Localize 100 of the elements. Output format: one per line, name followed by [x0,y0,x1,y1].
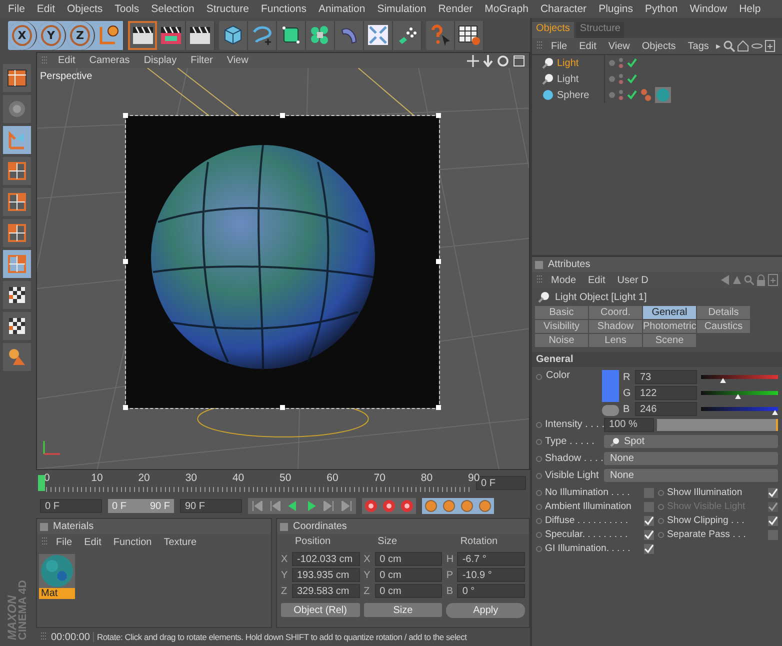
menu-item[interactable]: Python [639,3,684,15]
panel-tab[interactable]: Structure [576,22,624,38]
lock-icon[interactable] [756,274,766,286]
attribute-tab[interactable]: Caustics [697,320,750,333]
menu-item[interactable]: Tools [108,3,146,15]
start-frame-field[interactable]: 0 F [40,499,102,513]
key-filter-button[interactable] [422,498,440,514]
menu-item[interactable]: View [603,40,635,52]
menu-item[interactable]: Animation [312,3,372,15]
color-swatch[interactable] [602,370,619,402]
dropdown[interactable]: Spot [604,435,778,448]
axis-lock-button[interactable]: Z [66,20,95,50]
menu-item[interactable]: Selection [145,3,200,15]
menu-item[interactable]: Objects [636,40,681,52]
coordinate-field[interactable]: 0 cm [374,552,442,566]
visibility-dots-icon[interactable] [618,73,624,85]
checkbox[interactable] [644,516,654,526]
coordinate-field[interactable]: -102.033 cm [292,552,360,566]
axis-lock-button[interactable]: X [8,20,37,50]
menu-item[interactable]: File [2,3,31,15]
attribute-tab[interactable]: Scene [643,334,696,347]
more-menu-arrow[interactable]: ▸ [716,41,721,51]
menu-item[interactable]: Edit [79,536,106,548]
key-filter-button[interactable] [440,498,458,514]
tool-button[interactable] [3,219,31,247]
coordinate-field[interactable]: 0 cm [374,568,442,582]
down-arrow-icon[interactable] [483,54,493,66]
tool-button[interactable] [3,64,31,92]
checkbox[interactable] [644,544,654,554]
visibility-dots-icon[interactable] [618,57,624,69]
attribute-tab[interactable]: Basic [535,306,588,319]
menu-item[interactable]: Edit [574,40,602,52]
menu-item[interactable]: User D [612,274,654,286]
end-frame-field[interactable]: 90 F [180,499,242,513]
attribute-tab[interactable]: General [643,306,696,319]
intensity-field[interactable]: 100 % [604,418,654,432]
panel-tab[interactable]: Objects [532,22,574,38]
layer-dot-icon[interactable] [609,60,615,66]
menu-item[interactable]: Function [108,536,157,548]
resize-handle[interactable] [280,405,284,410]
resize-handle[interactable] [436,259,441,264]
tag-spheres-icon[interactable] [640,88,652,102]
menu-item[interactable]: File [51,536,78,548]
resize-handle[interactable] [123,113,128,118]
channel-value-field[interactable]: 73 [635,370,697,384]
channel-value-field[interactable]: 246 [635,402,697,416]
menu-item[interactable]: Edit [30,3,62,15]
attribute-tab[interactable]: Noise [535,334,588,347]
record-button[interactable] [398,498,416,514]
tool-button[interactable] [3,188,31,216]
size-mode-dropdown[interactable]: Size [364,603,442,617]
menu-item[interactable]: Mode [546,274,582,286]
attribute-tab[interactable]: Details [697,306,750,319]
up-arrow-icon[interactable] [732,275,742,285]
menu-item[interactable]: Cameras [84,55,135,66]
home-icon[interactable] [736,40,749,52]
attribute-tab[interactable]: Shadow [589,320,642,333]
key-filter-button[interactable] [458,498,476,514]
menu-item[interactable]: Window [684,3,734,15]
checkbox[interactable] [768,516,778,526]
attribute-tab[interactable]: Visibility [535,320,588,333]
menu-item[interactable]: Plugins [592,3,640,15]
coordinate-field[interactable]: 0 ° [457,584,525,598]
record-button[interactable] [380,498,398,514]
object-name[interactable]: Sphere [557,90,590,100]
intensity-slider-fill[interactable] [657,418,778,430]
menu-item[interactable]: Character [534,3,593,15]
search-icon[interactable] [722,40,735,52]
resize-handle[interactable] [123,259,128,264]
channel-value-field[interactable]: 122 [635,386,697,400]
menu-item[interactable]: Edit [53,55,80,66]
viewport[interactable]: Perspective [37,68,529,469]
resize-handle[interactable] [280,113,284,118]
checkbox[interactable] [768,530,778,540]
attribute-tab[interactable]: Lens [589,334,642,347]
coordinate-mode-dropdown[interactable]: Object (Rel) [281,603,360,617]
coordinate-field[interactable]: 329.583 cm [292,584,360,598]
menu-item[interactable]: Edit [583,274,610,286]
apply-button[interactable]: Apply [446,603,525,618]
dropdown[interactable]: None [604,469,778,482]
menu-item[interactable]: Display [138,55,182,66]
move-icon[interactable] [467,54,479,66]
checkbox[interactable] [644,530,654,540]
new-panel-icon[interactable] [768,274,778,286]
menu-item[interactable]: File [546,40,572,52]
tool-button[interactable] [3,157,31,185]
search-icon[interactable] [744,275,754,285]
checkbox[interactable] [644,488,654,498]
menu-item[interactable]: Render [432,3,479,15]
resize-handle[interactable] [123,405,128,410]
attribute-tab[interactable]: Photometric [643,320,696,333]
coordinate-field[interactable]: 0 cm [374,584,442,598]
menu-item[interactable]: Tags [682,40,714,52]
axis-lock-button[interactable]: Y [37,20,66,50]
render-region[interactable] [126,116,439,408]
checkbox[interactable] [768,488,778,498]
material-name[interactable]: Mat [39,588,75,599]
panel-toggle-icon[interactable] [280,522,288,530]
panel-toggle-icon[interactable] [535,260,543,268]
menu-item[interactable]: Texture [158,536,202,548]
